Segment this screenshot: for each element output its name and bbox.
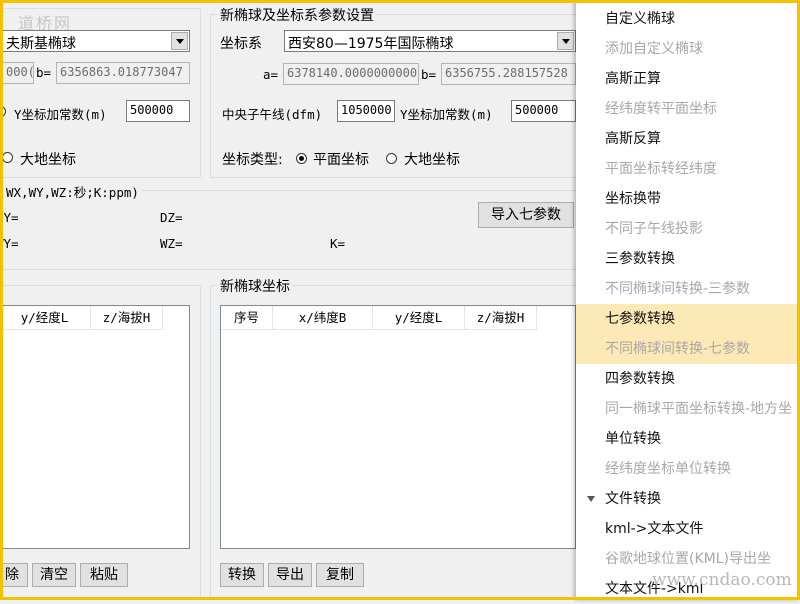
highlight-frame [0,0,800,600]
